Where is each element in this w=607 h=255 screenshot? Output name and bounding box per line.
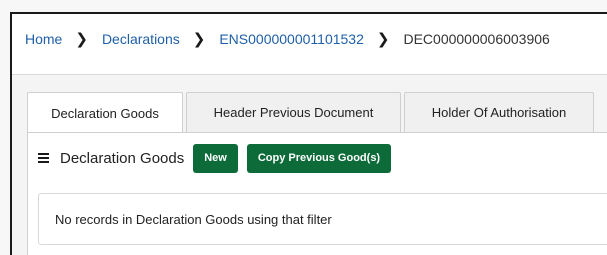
chevron-right-icon: ❯ (376, 31, 390, 48)
chevron-right-icon: ❯ (192, 31, 206, 48)
copy-previous-goods-button[interactable]: Copy Previous Good(s) (246, 143, 392, 173)
breadcrumb-current: DEC000000006003906 (403, 31, 550, 47)
tabs-area: Declaration Goods Header Previous Docume… (12, 75, 607, 255)
empty-state-text: No records in Declaration Goods using th… (55, 211, 332, 227)
tab-holder-of-authorisation[interactable]: Holder Of Authorisation (404, 92, 594, 132)
breadcrumb-home-link[interactable]: Home (25, 31, 62, 47)
breadcrumb-ens-link[interactable]: ENS000000001101532 (219, 31, 364, 47)
app-frame: Home ❯ Declarations ❯ ENS000000001101532… (10, 12, 607, 255)
empty-state-message: No records in Declaration Goods using th… (38, 193, 607, 245)
tab-bar: Declaration Goods Header Previous Docume… (27, 92, 594, 133)
section-title: Declaration Goods (60, 149, 185, 167)
breadcrumb-declarations-link[interactable]: Declarations (102, 31, 180, 47)
new-button[interactable]: New (193, 143, 238, 173)
tab-declaration-goods[interactable]: Declaration Goods (27, 92, 183, 133)
hamburger-menu-icon[interactable] (38, 153, 49, 163)
section-header: Declaration Goods New Copy Previous Good… (38, 143, 400, 173)
tab-panel: Declaration Goods New Copy Previous Good… (27, 132, 607, 255)
chevron-right-icon: ❯ (75, 31, 88, 48)
breadcrumb: Home ❯ Declarations ❯ ENS000000001101532… (25, 24, 607, 54)
tab-header-previous-document[interactable]: Header Previous Document (186, 92, 401, 132)
